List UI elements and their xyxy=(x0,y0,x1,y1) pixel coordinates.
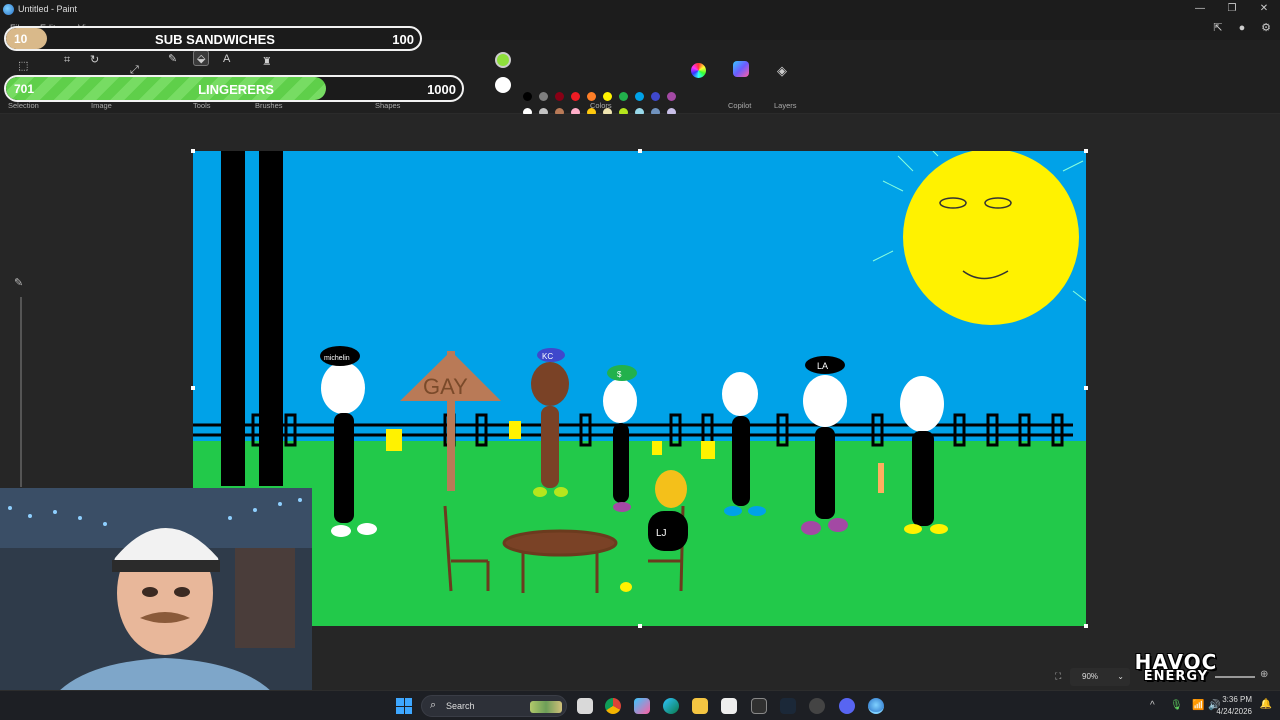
file-explorer-icon[interactable] xyxy=(692,698,708,714)
app-icon-8[interactable] xyxy=(809,698,825,714)
group-label-copilot: Copilot xyxy=(728,101,752,110)
clock-time: 3:36 PM xyxy=(1222,695,1252,704)
lingerers-current: 701 xyxy=(14,82,35,96)
obs-icon[interactable] xyxy=(751,698,767,714)
webcam-feed xyxy=(0,488,312,720)
palette-swatch[interactable] xyxy=(667,92,676,101)
hat-kc-text: KC xyxy=(542,352,553,361)
maximize-button[interactable]: ❐ xyxy=(1216,0,1248,18)
hat-la-text: LA xyxy=(817,361,828,371)
palette-swatch[interactable] xyxy=(539,92,548,101)
sub-sandwiches-current: 10 xyxy=(14,32,28,46)
bucket-hat-text: $ xyxy=(617,370,622,379)
sub-sandwiches-max: 100 xyxy=(392,32,414,47)
canvas-handle-top[interactable] xyxy=(638,149,642,153)
grass xyxy=(193,441,1086,626)
copilot-taskbar-icon[interactable] xyxy=(634,698,650,714)
palette-swatch[interactable] xyxy=(571,92,580,101)
palette-swatch[interactable] xyxy=(635,92,644,101)
palette-swatch[interactable] xyxy=(523,92,532,101)
lingerers-bar: 701 LINGERERS 1000 xyxy=(4,75,464,102)
drawing-canvas[interactable]: GAY michelin KC $ LJ LA xyxy=(193,151,1086,626)
wifi-icon[interactable]: 📶 xyxy=(1192,700,1204,711)
primary-color[interactable] xyxy=(495,52,511,68)
lingerers-label: LINGERERS xyxy=(198,82,274,97)
palette-swatch[interactable] xyxy=(603,92,612,101)
havoc-energy-logo: HAVOC ENERGY xyxy=(1128,652,1224,686)
palette-swatch[interactable] xyxy=(651,92,660,101)
rotate-icon[interactable]: ↻ xyxy=(90,54,99,66)
palette-swatch[interactable] xyxy=(587,92,596,101)
group-label-layers: Layers xyxy=(774,101,797,110)
canvas-handle-tl[interactable] xyxy=(191,149,195,153)
canvas-handle-left[interactable] xyxy=(191,386,195,390)
secondary-color[interactable] xyxy=(495,77,511,93)
start-button-icon[interactable] xyxy=(396,698,412,714)
fill-icon[interactable]: ⬙ xyxy=(197,53,205,65)
brush-icon[interactable]: ♜ xyxy=(262,56,272,68)
sub-sandwiches-bar: 10 SUB SANDWICHES 100 xyxy=(4,26,422,51)
search-placeholder: Search xyxy=(446,701,475,711)
search-highlight-art xyxy=(530,701,562,713)
close-button[interactable]: ✕ xyxy=(1248,0,1280,18)
edit-colors-icon[interactable] xyxy=(691,63,706,78)
sign-text: GAY xyxy=(423,374,468,399)
share-icon[interactable]: ⇱ xyxy=(1212,22,1224,34)
crop-icon[interactable]: ⌗ xyxy=(64,54,70,66)
task-view-icon[interactable] xyxy=(577,698,593,714)
canvas-handle-tr[interactable] xyxy=(1084,149,1088,153)
capcut-icon[interactable] xyxy=(721,698,737,714)
discord-icon[interactable] xyxy=(839,698,855,714)
logo-bottom-text: ENERGY xyxy=(1143,669,1209,684)
sub-sandwiches-label: SUB SANDWICHES xyxy=(155,32,275,47)
group-label-image: Image xyxy=(91,101,112,110)
settings-icon[interactable]: ⚙ xyxy=(1260,22,1272,34)
taskbar: ⌕ Search ^ 🎙 📶 🔊 3:36 PM 4/24/2026 🔔 xyxy=(0,690,1280,720)
canvas-handle-right[interactable] xyxy=(1084,386,1088,390)
taskbar-clock[interactable]: 3:36 PM 4/24/2026 xyxy=(1216,694,1252,718)
selection-rect-icon[interactable]: ⬚ xyxy=(18,60,28,72)
zoom-level-dropdown[interactable]: 90% ⌄ xyxy=(1070,668,1130,686)
steam-icon[interactable] xyxy=(780,698,796,714)
group-label-tools: Tools xyxy=(193,101,211,110)
taskbar-search[interactable]: ⌕ Search xyxy=(421,695,567,717)
group-label-selection: Selection xyxy=(8,101,39,110)
title-bar: Untitled - Paint — ❐ ✕ xyxy=(0,0,1280,18)
chrome-icon[interactable] xyxy=(605,698,621,714)
top-right-icons: ⇱ ● ⚙ xyxy=(1212,22,1272,34)
search-icon: ⌕ xyxy=(430,699,437,711)
palette-swatch[interactable] xyxy=(555,92,564,101)
group-label-brushes: Brushes xyxy=(255,101,283,110)
webcam-overlay xyxy=(0,488,312,720)
brush-size-slider[interactable] xyxy=(20,297,22,487)
zoom-caret-icon: ⌄ xyxy=(1117,672,1124,681)
palette-swatch[interactable] xyxy=(619,92,628,101)
shirt-lj-text: LJ xyxy=(656,528,667,539)
copilot-icon[interactable] xyxy=(733,61,749,77)
notifications-icon[interactable]: 🔔 xyxy=(1260,699,1272,710)
zoom-level-value: 90% xyxy=(1082,672,1099,681)
tray-chevron-icon[interactable]: ^ xyxy=(1150,700,1155,711)
edge-icon[interactable] xyxy=(663,698,679,714)
minimize-button[interactable]: — xyxy=(1184,0,1216,18)
canvas-handle-br[interactable] xyxy=(1084,624,1088,628)
window-controls: — ❐ ✕ xyxy=(1184,0,1280,18)
pencil-icon[interactable]: ✎ xyxy=(168,53,177,65)
window-title: Untitled - Paint xyxy=(18,4,78,14)
group-label-shapes: Shapes xyxy=(375,101,401,110)
lingerers-max: 1000 xyxy=(427,82,456,97)
paint-taskbar-icon[interactable] xyxy=(868,698,884,714)
canvas-handle-bottom[interactable] xyxy=(638,624,642,628)
mic-icon[interactable]: 🎙 xyxy=(1170,700,1183,711)
zoom-in-icon[interactable]: ⊕ xyxy=(1260,669,1268,680)
account-icon[interactable]: ● xyxy=(1236,22,1248,34)
side-brush-size-icon[interactable]: ✎ xyxy=(14,276,28,290)
clock-date: 4/24/2026 xyxy=(1216,707,1252,716)
fit-to-window-icon[interactable]: ⛶ xyxy=(1055,671,1061,682)
drawing-svg: GAY michelin KC $ LJ LA xyxy=(193,151,1086,626)
layers-icon[interactable]: ◈ xyxy=(777,64,791,78)
text-icon[interactable]: A xyxy=(223,53,230,65)
hat-michelin-text: michelin xyxy=(324,355,350,362)
paint-app-icon xyxy=(3,3,14,15)
